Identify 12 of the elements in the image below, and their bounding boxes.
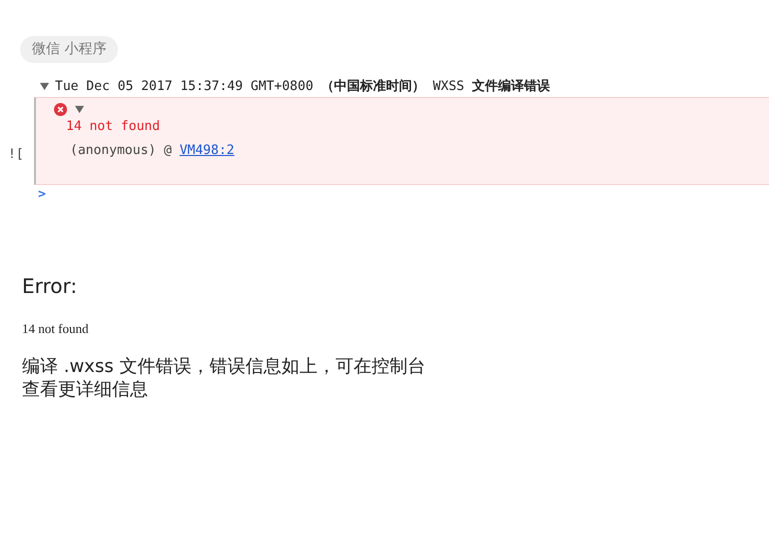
error-description: 编译 .wxss 文件错误，错误信息如上，可在控制台 [22,354,426,378]
app-tag: 微信 小程序 [20,36,118,63]
error-heading: Error: [22,273,78,300]
stray-text: ![ [8,146,24,164]
source-link[interactable]: VM498:2 [180,142,234,158]
console-prompt[interactable]: > [38,187,46,202]
stack-frame-text: (anonymous) @ [70,142,173,158]
error-text: 14 not found [65,118,161,136]
log-group-title: Tue Dec 05 2017 15:37:49 GMT+0800 （中国标准时间） WXSS 文件编译错误 [55,78,550,96]
error-icon [54,103,67,116]
error-description: 查看更详细信息 [22,378,148,402]
error-code-text: 14 not found [22,320,90,338]
